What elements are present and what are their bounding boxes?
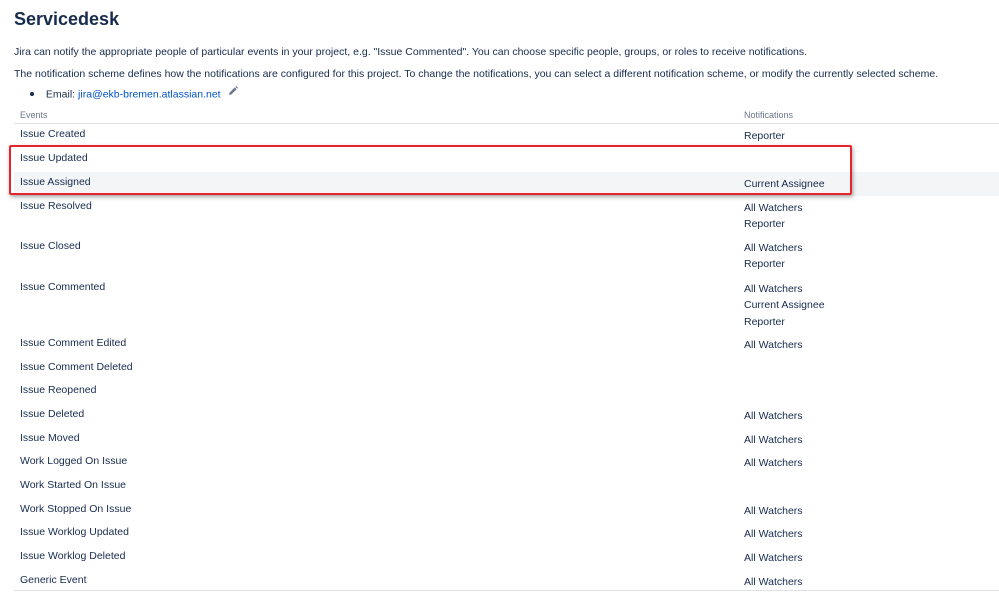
- event-notifications: All Watchers: [744, 526, 803, 542]
- notification-recipient: All Watchers: [744, 202, 803, 214]
- bullet-icon: [30, 91, 34, 96]
- table-row: Issue Resolved All Watchers Reporter: [14, 196, 999, 236]
- notification-recipient: All Watchers: [744, 283, 803, 295]
- event-notifications: All Watchers: [744, 574, 803, 590]
- table-row: Issue Closed All Watchers Reporter: [14, 236, 999, 277]
- notification-recipient: All Watchers: [744, 552, 803, 564]
- notification-recipient: Reporter: [744, 315, 785, 328]
- intro-text: Jira can notify the appropriate people o…: [14, 46, 808, 58]
- table-header: Events Notifications: [14, 108, 999, 124]
- table-row: Issue Comment Deleted: [14, 357, 999, 380]
- event-notifications: All Watchers: [744, 432, 803, 448]
- table-row: Issue Comment Edited All Watchers: [14, 333, 999, 357]
- event-notifications: All Watchers Current Assignee Reporter: [744, 281, 825, 330]
- event-name: Issue Commented: [20, 281, 106, 293]
- table-row: Issue Deleted All Watchers: [14, 404, 999, 428]
- event-name: Issue Comment Deleted: [20, 361, 133, 373]
- email-link[interactable]: jira@ekb-bremen.atlassian.net: [78, 88, 221, 100]
- notification-recipient: Current Assignee: [744, 299, 825, 312]
- event-name: Issue Created: [20, 128, 86, 140]
- event-notifications: All Watchers: [744, 408, 803, 424]
- event-name: Work Logged On Issue: [20, 455, 128, 467]
- notification-recipient: All Watchers: [744, 528, 803, 540]
- notification-recipient: All Watchers: [744, 505, 803, 517]
- pencil-icon[interactable]: [228, 86, 238, 99]
- scheme-info-text: The notification scheme defines how the …: [14, 68, 939, 80]
- event-name: Work Started On Issue: [20, 479, 127, 491]
- event-name: Issue Resolved: [20, 200, 92, 212]
- table-row: Work Started On Issue: [14, 475, 999, 499]
- events-column-header: Events: [20, 110, 48, 120]
- event-notifications: Reporter: [744, 128, 785, 144]
- highlight-annotation-box: [9, 145, 852, 195]
- table-bottom-border: [14, 590, 999, 591]
- event-notifications: All Watchers: [744, 455, 803, 471]
- table-row: Issue Commented All Watchers Current Assig…: [14, 277, 999, 333]
- table-row: Work Stopped On Issue All Watchers: [14, 499, 999, 522]
- event-name: Issue Reopened: [20, 384, 97, 396]
- notification-recipient: All Watchers: [744, 339, 803, 351]
- email-label: Email:: [45, 88, 76, 101]
- notification-recipient: All Watchers: [744, 576, 803, 588]
- notification-recipient: All Watchers: [744, 410, 803, 422]
- page-title: Servicedesk: [14, 9, 120, 29]
- event-notifications: All Watchers Reporter: [744, 200, 803, 233]
- notification-recipient: All Watchers: [744, 457, 803, 469]
- table-row: Issue Reopened: [14, 380, 999, 404]
- table-row: Issue Moved All Watchers: [14, 428, 999, 451]
- table-row: Issue Worklog Updated All Watchers: [14, 522, 999, 546]
- event-notifications: All Watchers: [744, 337, 803, 353]
- event-name: Issue Worklog Updated: [20, 526, 129, 538]
- notifications-column-header: Notifications: [744, 110, 794, 120]
- notification-recipient: All Watchers: [744, 242, 803, 254]
- notification-recipient: Reporter: [744, 258, 785, 271]
- event-name: Issue Deleted: [20, 408, 85, 420]
- notification-recipient: Reporter: [744, 130, 785, 142]
- event-name: Generic Event: [20, 574, 87, 586]
- event-name: Issue Closed: [20, 240, 81, 252]
- event-name: Issue Comment Edited: [20, 337, 127, 349]
- event-name: Issue Moved: [20, 432, 80, 444]
- email-list-item: Email: jira@ekb-bremen.atlassian.net: [30, 86, 238, 101]
- event-notifications: All Watchers Reporter: [744, 240, 803, 273]
- notification-recipient: Reporter: [744, 218, 785, 231]
- notification-recipient: All Watchers: [744, 434, 803, 446]
- event-name: Issue Worklog Deleted: [20, 550, 126, 562]
- event-notifications: All Watchers: [744, 550, 803, 566]
- table-row: Generic Event All Watchers: [14, 570, 999, 590]
- table-row: Work Logged On Issue All Watchers: [14, 451, 999, 475]
- event-name: Work Stopped On Issue: [20, 503, 132, 515]
- table-row: Issue Worklog Deleted All Watchers: [14, 546, 999, 570]
- event-notifications: All Watchers: [744, 503, 803, 519]
